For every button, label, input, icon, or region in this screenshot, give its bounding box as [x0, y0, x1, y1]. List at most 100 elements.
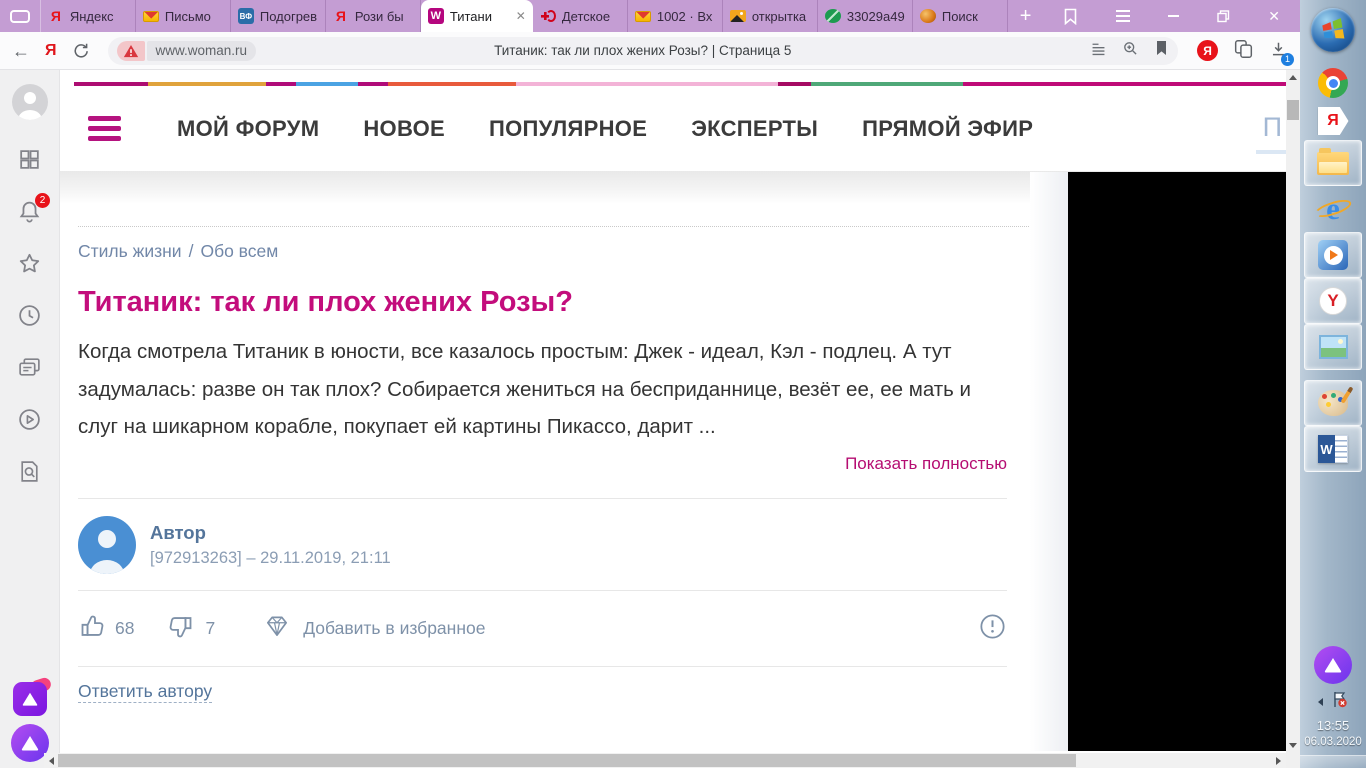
collections-icon[interactable]	[1233, 39, 1254, 62]
photo-viewer-taskbar-icon[interactable]	[1304, 324, 1362, 370]
author-avatar[interactable]	[78, 515, 136, 574]
bell-badge: 2	[35, 193, 50, 208]
tab-rozy[interactable]: Я Рози бы	[326, 0, 421, 32]
vertical-scroll-thumb[interactable]	[1287, 100, 1299, 120]
yandex-browser-taskbar-icon[interactable]: Я	[1304, 102, 1362, 140]
womanru-favicon: W	[427, 8, 444, 24]
bookmark-flag-icon[interactable]	[1063, 8, 1078, 25]
history-clock-icon[interactable]	[17, 303, 42, 328]
topic-content: Стиль жизни / Обо всем Титаник: так ли пло…	[60, 226, 1053, 703]
tab-yandex[interactable]: Я Яндекс	[41, 0, 136, 32]
medical-favicon	[540, 8, 556, 24]
windows-taskbar: Я e Y W 13:55 06.03.2020	[1300, 0, 1366, 768]
new-tab-button[interactable]: +	[1008, 0, 1043, 32]
black-panel	[1068, 172, 1286, 751]
nav-new[interactable]: НОВОЕ	[363, 116, 445, 142]
media-player-taskbar-icon[interactable]	[1304, 232, 1362, 278]
paint-taskbar-icon[interactable]	[1304, 380, 1362, 426]
tab-33029a49[interactable]: 33029a49	[818, 0, 913, 32]
tab-bar: Я Яндекс Письмо ВФ Подогрев Я Рози бы W Тита…	[0, 0, 1300, 32]
tab-panel-toggle-button[interactable]	[0, 0, 41, 32]
likes-count: 68	[115, 618, 135, 638]
reader-mode-icon[interactable]	[1090, 40, 1107, 62]
show-desktop-button[interactable]	[1300, 755, 1366, 768]
alice-taskbar-icon[interactable]	[1304, 646, 1362, 685]
bookmark-icon[interactable]	[1154, 40, 1169, 61]
site-nav: МОЙ ФОРУМ НОВОЕ ПОПУЛЯРНОЕ ЭКСПЕРТЫ ПРЯМ…	[177, 116, 1033, 142]
download-icon[interactable]: 1	[1269, 40, 1294, 66]
tab-titanic-active[interactable]: W Титани ✕	[420, 0, 533, 32]
chrome-taskbar-icon[interactable]	[1304, 64, 1362, 102]
yandex-favicon: Я	[50, 8, 61, 24]
alice-app-icon[interactable]	[12, 682, 47, 716]
maximize-icon[interactable]	[1217, 9, 1230, 23]
address-bar[interactable]: www.woman.ru Титаник: так ли плох жених …	[107, 36, 1178, 65]
breadcrumb-section[interactable]: Стиль жизни	[78, 241, 182, 261]
close-icon[interactable]: ✕	[1268, 8, 1280, 25]
web-page: МОЙ ФОРУМ НОВОЕ ПОПУЛЯРНОЕ ЭКСПЕРТЫ ПРЯМ…	[60, 70, 1286, 768]
horizontal-scroll-thumb[interactable]	[58, 754, 1076, 767]
divider	[78, 665, 1007, 667]
ie-taskbar-icon[interactable]: e	[1304, 186, 1362, 232]
tab-detskoe[interactable]: Детское	[533, 0, 628, 32]
alice-assistant-icon[interactable]	[10, 724, 49, 762]
tab-podogrev[interactable]: ВФ Подогрев	[231, 0, 326, 32]
explorer-taskbar-icon[interactable]	[1304, 140, 1362, 186]
system-tray	[1318, 690, 1348, 714]
apps-grid-icon[interactable]	[17, 147, 42, 172]
action-center-flag-icon[interactable]	[1331, 690, 1348, 714]
nav-experts[interactable]: ЭКСПЕРТЫ	[691, 116, 818, 142]
show-full-link[interactable]: Показать полностью	[78, 454, 1007, 474]
site-menu-icon[interactable]	[88, 116, 121, 141]
berry-favicon	[919, 9, 936, 23]
page-search-icon[interactable]	[17, 459, 42, 484]
page-gutter	[1030, 172, 1068, 751]
nav-popular[interactable]: ПОПУЛЯРНОЕ	[489, 116, 647, 142]
scroll-left-arrow[interactable]	[49, 756, 54, 765]
feed-cards-icon[interactable]	[17, 355, 42, 380]
reply-to-author-link[interactable]: Ответить автору	[78, 681, 213, 703]
yandex-account-icon[interactable]: Я	[1197, 40, 1218, 61]
tab-label: Подогрев	[259, 8, 318, 24]
scroll-up-arrow[interactable]	[1289, 75, 1297, 80]
add-to-favorites-label[interactable]: Добавить в избранное	[303, 618, 485, 639]
tab-label: Детское	[561, 8, 611, 24]
menu-icon[interactable]	[1116, 10, 1131, 22]
minimize-icon[interactable]	[1168, 15, 1180, 17]
browser-window: Я Яндекс Письмо ВФ Подогрев Я Рози бы W Тита…	[0, 0, 1300, 768]
scroll-down-arrow[interactable]	[1289, 743, 1297, 748]
back-arrow-icon[interactable]: ←	[12, 42, 30, 60]
author-name[interactable]: Автор	[150, 522, 391, 544]
tab-poisk[interactable]: Поиск	[913, 0, 1008, 32]
scroll-right-arrow[interactable]	[1276, 756, 1281, 765]
yandex-old-taskbar-icon[interactable]: Y	[1304, 278, 1362, 324]
nav-my-forum[interactable]: МОЙ ФОРУМ	[177, 116, 319, 142]
favorites-star-icon[interactable]	[17, 251, 42, 276]
tab-otkrytka[interactable]: открытка	[723, 0, 818, 32]
vertical-scrollbar[interactable]	[1286, 70, 1300, 768]
nav-live[interactable]: ПРЯМОЙ ЭФИР	[862, 116, 1033, 142]
profile-avatar[interactable]	[11, 84, 48, 120]
yandex-home-icon[interactable]: Я	[45, 42, 57, 60]
zoom-plus-icon[interactable]	[1122, 40, 1139, 62]
thumb-up-icon[interactable]	[78, 613, 105, 645]
word-taskbar-icon[interactable]: W	[1304, 426, 1362, 472]
video-play-icon[interactable]	[17, 407, 42, 432]
tab-close-icon[interactable]: ✕	[514, 9, 526, 23]
diamond-favorite-icon[interactable]	[263, 612, 291, 645]
start-button[interactable]	[1311, 8, 1355, 52]
tab-mail-letter[interactable]: Письмо	[136, 0, 231, 32]
tab-inbox[interactable]: 1002 · Вх	[628, 0, 723, 32]
notifications-bell-icon[interactable]: 2	[17, 193, 50, 224]
tray-expand-icon[interactable]	[1318, 698, 1323, 707]
refresh-icon[interactable]	[72, 41, 89, 61]
report-alert-icon[interactable]	[978, 612, 1007, 646]
thumb-down-icon[interactable]	[168, 613, 195, 645]
horizontal-scrollbar[interactable]	[44, 753, 1286, 768]
clock-date: 06.03.2020	[1304, 735, 1362, 748]
tab-label: Рози бы	[354, 8, 404, 24]
site-warning-icon[interactable]	[116, 40, 145, 61]
window-controls: ✕	[1043, 0, 1300, 32]
breadcrumb-subsection[interactable]: Обо всем	[200, 241, 278, 261]
taskbar-clock[interactable]: 13:55 06.03.2020	[1304, 718, 1362, 749]
